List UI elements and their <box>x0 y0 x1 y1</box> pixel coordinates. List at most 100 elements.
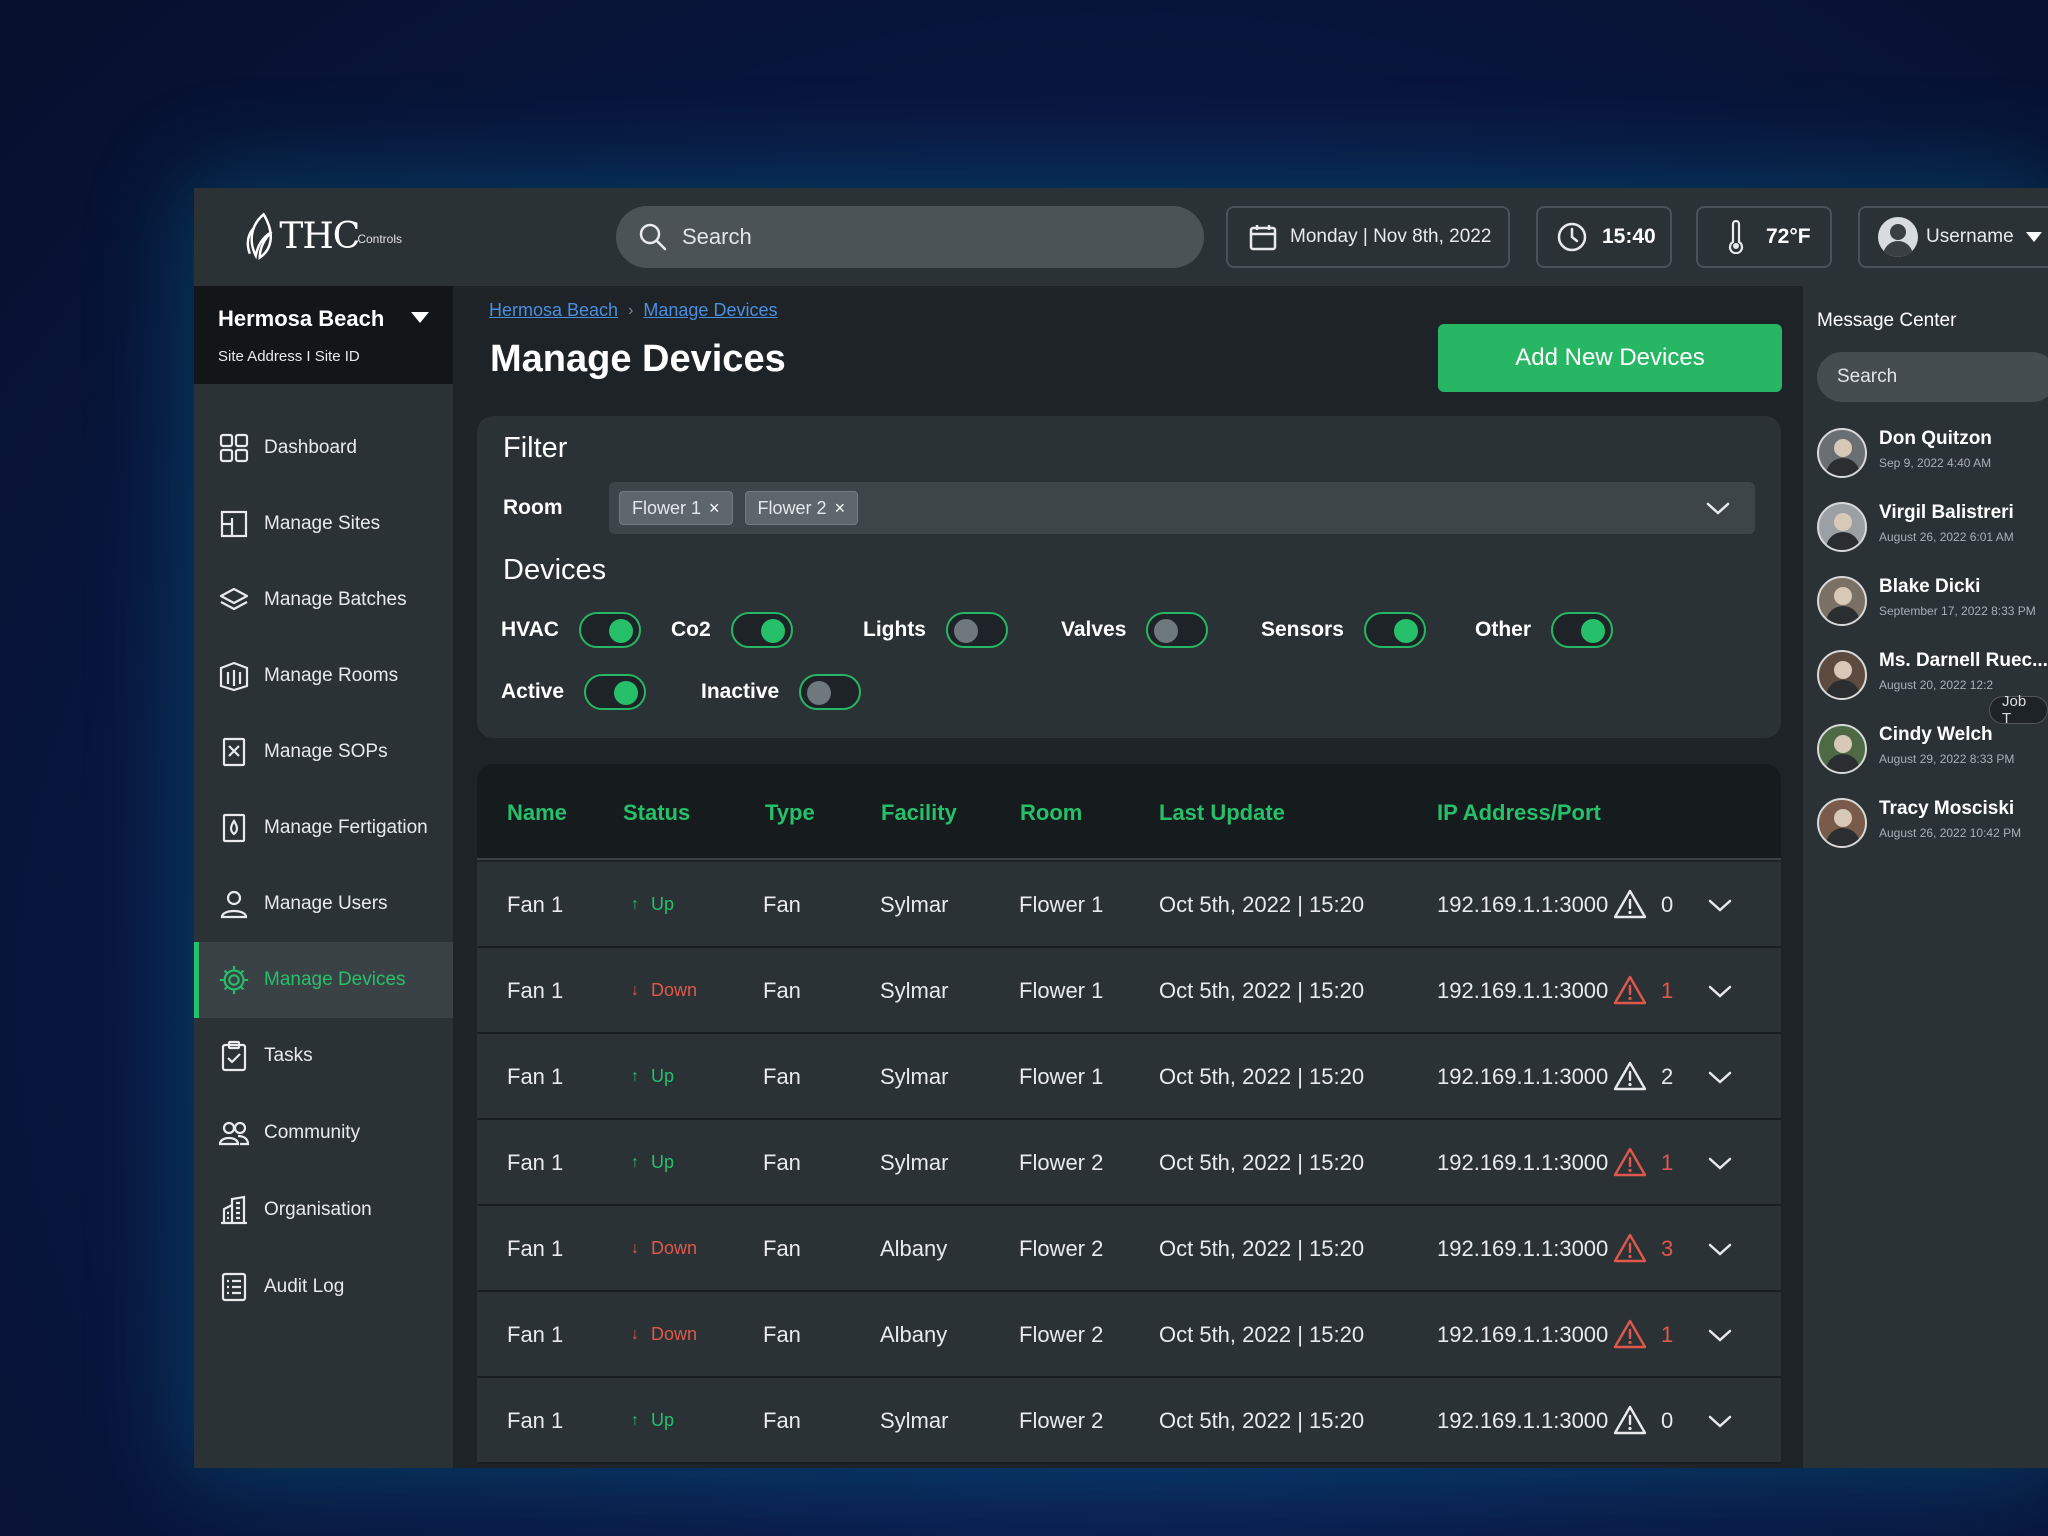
contact-date: August 26, 2022 10:42 PM <box>1879 826 2022 840</box>
table-row[interactable]: Fan 1 Fan Sylmar Flower 2 Oct 5th, 2022 | 15… <box>477 1378 1781 1464</box>
sidebar-item-manage-rooms[interactable]: Manage Rooms <box>194 640 453 712</box>
room-chip[interactable]: Flower 2 × <box>744 491 859 525</box>
chevron-down-icon[interactable] <box>1707 1066 1733 1088</box>
sidebar-item-label: Dashboard <box>264 437 357 458</box>
breadcrumb-link-site[interactable]: Hermosa Beach <box>489 300 618 321</box>
column-header-status[interactable]: Status <box>623 800 690 826</box>
close-icon[interactable]: × <box>835 498 846 519</box>
message-search-input[interactable]: Search <box>1817 352 2048 402</box>
warning-icon[interactable] <box>1613 1404 1647 1436</box>
sidebar-item-manage-sites[interactable]: Manage Sites <box>194 488 453 560</box>
room-multiselect[interactable]: Flower 1 × Flower 2 × <box>609 482 1755 534</box>
sidebar-item-manage-fertigation[interactable]: Manage Fertigation <box>194 792 453 864</box>
site-selector[interactable]: Hermosa Beach Site Address I Site ID <box>194 286 453 384</box>
toggle-sensors[interactable]: Sensors <box>1261 612 1426 648</box>
date-display[interactable]: Monday | Nov 8th, 2022 <box>1226 206 1510 268</box>
table-row[interactable]: Fan 1 Fan Sylmar Flower 1 Oct 5th, 2022 | 15… <box>477 1034 1781 1120</box>
toggle-hvac[interactable]: HVAC <box>501 612 641 648</box>
toggle-valves[interactable]: Valves <box>1061 612 1209 648</box>
close-icon[interactable]: × <box>709 498 720 519</box>
sidebar-item-audit-log[interactable]: Audit Log <box>194 1251 453 1323</box>
toggle-switch[interactable] <box>946 612 1008 648</box>
sidebar-item-dashboard[interactable]: Dashboard <box>194 412 453 484</box>
breadcrumb-link-current[interactable]: Manage Devices <box>643 300 777 321</box>
toggle-switch[interactable] <box>1363 612 1426 648</box>
column-header-last-update[interactable]: Last Update <box>1159 800 1285 826</box>
table-row[interactable]: Fan 1 Fan Albany Flower 2 Oct 5th, 2022 | 15… <box>477 1292 1781 1378</box>
room-chip[interactable]: Flower 1 × <box>619 491 733 525</box>
warning-icon[interactable] <box>1613 1146 1647 1178</box>
contact-name: Virgil Balistreri <box>1879 502 2014 523</box>
chevron-down-icon[interactable] <box>1707 894 1733 916</box>
chevron-down-icon[interactable] <box>1705 496 1731 520</box>
chevron-down-icon[interactable] <box>1707 1410 1733 1432</box>
toggle-switch[interactable] <box>578 612 641 648</box>
status-text: Down <box>651 1238 698 1258</box>
column-header-ip-address[interactable]: IP Address/Port <box>1437 800 1601 826</box>
logo[interactable]: THC Controls <box>242 206 402 266</box>
global-search-input[interactable]: Search <box>616 206 1204 268</box>
sidebar-item-organisation[interactable]: Organisation <box>194 1174 453 1246</box>
status-badge: ↑ Up <box>631 1152 674 1173</box>
toggle-co2[interactable]: Co2 <box>671 612 793 648</box>
toggle-switch[interactable] <box>1551 612 1614 648</box>
cell-facility: Sylmar <box>880 1064 949 1089</box>
time-display[interactable]: 15:40 <box>1536 206 1672 268</box>
sidebar-item-tasks[interactable]: Tasks <box>194 1020 453 1092</box>
contact-date: August 29, 2022 8:33 PM <box>1879 752 2015 766</box>
warning-icon[interactable] <box>1613 1060 1647 1092</box>
chevron-down-icon[interactable] <box>1707 1152 1733 1174</box>
sidebar-item-community[interactable]: Community <box>194 1097 453 1169</box>
contact-item[interactable]: Cindy Welch August 29, 2022 8:33 PM <box>1817 722 2048 778</box>
add-new-devices-button[interactable]: Add New Devices <box>1438 324 1782 392</box>
warning-icon[interactable] <box>1613 1232 1647 1264</box>
toggle-switch[interactable] <box>1146 612 1209 648</box>
alert-count: 0 <box>1661 892 1674 917</box>
cell-facility: Albany <box>880 1322 948 1347</box>
job-tag[interactable]: Job T <box>1989 693 2048 727</box>
contact-item[interactable]: Blake Dicki September 17, 2022 8:33 PM <box>1817 574 2048 630</box>
chevron-down-icon[interactable] <box>1707 980 1733 1002</box>
chevron-down-icon[interactable] <box>1707 1238 1733 1260</box>
devices-title: Devices <box>503 554 607 586</box>
toggle-switch[interactable] <box>730 612 793 648</box>
sidebar-item-manage-users[interactable]: Manage Users <box>194 868 453 940</box>
toggle-inactive[interactable]: Inactive <box>701 674 862 710</box>
breadcrumb: Hermosa Beach › Manage Devices <box>489 300 777 321</box>
toggle-label: Valves <box>1061 618 1127 641</box>
layers-icon <box>218 584 250 616</box>
alert-count: 1 <box>1661 1150 1674 1175</box>
contact-item[interactable]: Don Quitzon Sep 9, 2022 4:40 AM <box>1817 426 2048 482</box>
sidebar: Hermosa Beach Site Address I Site ID Das… <box>194 286 453 1468</box>
avatar <box>1817 798 1867 848</box>
user-menu[interactable]: Username <box>1858 206 2048 268</box>
sidebar-item-manage-devices[interactable]: Manage Devices <box>194 942 453 1018</box>
toggle-switch[interactable] <box>799 674 862 710</box>
column-header-name[interactable]: Name <box>507 800 567 826</box>
sidebar-item-manage-batches[interactable]: Manage Batches <box>194 564 453 636</box>
table-row[interactable]: Fan 1 Fan Sylmar Flower 2 Oct 5th, 2022 | 15… <box>477 1120 1781 1206</box>
toggle-other[interactable]: Other <box>1475 612 1614 648</box>
arrow-up-icon: ↑ <box>631 1411 639 1429</box>
warning-icon[interactable] <box>1613 888 1647 920</box>
toggle-switch[interactable] <box>584 674 647 710</box>
search-placeholder: Search <box>682 224 752 249</box>
warning-icon[interactable] <box>1613 1318 1647 1350</box>
table-row[interactable]: Fan 1 Fan Sylmar Flower 1 Oct 5th, 2022 | 15… <box>477 862 1781 948</box>
avatar <box>1817 724 1867 774</box>
sidebar-item-label: Organisation <box>264 1199 372 1220</box>
column-header-facility[interactable]: Facility <box>881 800 957 826</box>
column-header-type[interactable]: Type <box>765 800 815 826</box>
toggle-lights[interactable]: Lights <box>863 612 1008 648</box>
table-row[interactable]: Fan 1 Fan Albany Flower 2 Oct 5th, 2022 | 15… <box>477 1206 1781 1292</box>
column-header-room[interactable]: Room <box>1020 800 1082 826</box>
temperature-display[interactable]: 72°F <box>1696 206 1832 268</box>
toggle-active[interactable]: Active <box>501 674 647 710</box>
table-row[interactable]: Fan 1 Fan Sylmar Flower 1 Oct 5th, 2022 | 15… <box>477 948 1781 1034</box>
sidebar-item-manage-sops[interactable]: Manage SOPs <box>194 716 453 788</box>
status-badge: ↑ Up <box>631 894 674 915</box>
contact-item[interactable]: Virgil Balistreri August 26, 2022 6:01 AM <box>1817 500 2048 556</box>
warning-icon[interactable] <box>1613 974 1647 1006</box>
contact-item[interactable]: Tracy Mosciski August 26, 2022 10:42 PM <box>1817 796 2048 852</box>
chevron-down-icon[interactable] <box>1707 1324 1733 1346</box>
